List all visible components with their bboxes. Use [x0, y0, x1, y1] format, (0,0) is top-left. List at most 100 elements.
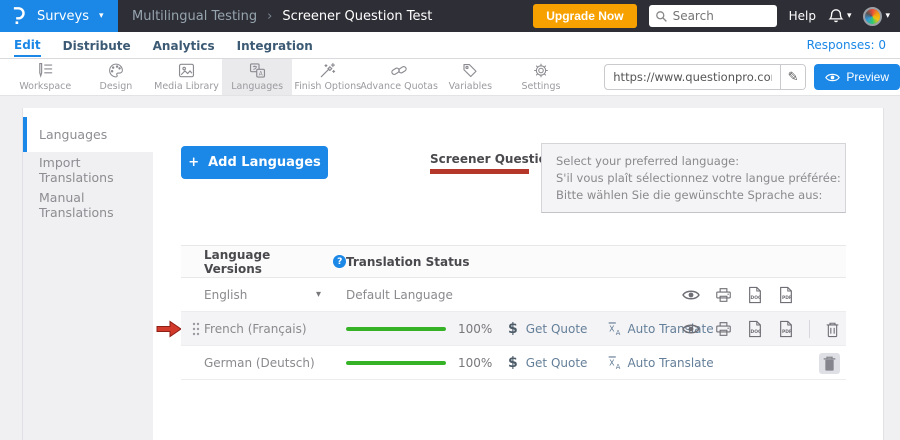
svg-text:A: A [616, 363, 621, 370]
toolbar-label: Workspace [19, 81, 71, 92]
top-bar: Surveys ▾ Multilingual Testing › Screene… [0, 0, 900, 32]
translate-xa-icon: X A [607, 321, 623, 336]
eye-icon [825, 72, 840, 83]
dollar-icon: $ [508, 355, 518, 371]
delete-language-button[interactable] [819, 353, 840, 374]
get-quote-link[interactable]: Get Quote [526, 322, 588, 336]
table-row-english: English ▾ Default Language DOC [181, 278, 846, 312]
toolbar-label: Settings [521, 81, 560, 92]
tag-icon [461, 62, 479, 79]
languages-panel: Languages Import Translations Manual Tra… [22, 108, 884, 440]
progress-percent: 100% [458, 356, 494, 370]
screener-line-french: S'il vous plaît sélectionnez votre langu… [556, 171, 831, 185]
edit-url-button[interactable]: ✎ [780, 64, 805, 90]
survey-nav-tabs: Edit Distribute Analytics Integration Re… [0, 32, 900, 59]
delete-language-button[interactable] [825, 321, 840, 338]
surveys-menu[interactable]: Surveys ▾ [0, 0, 118, 32]
language-versions-table: Language Versions ? Translation Status E… [181, 245, 846, 380]
tab-analytics[interactable]: Analytics [153, 35, 215, 56]
tab-distribute[interactable]: Distribute [63, 35, 131, 56]
svg-text:DOC: DOC [751, 295, 762, 301]
search-icon [655, 10, 668, 23]
chain-links-icon [389, 62, 409, 79]
pdf-file-button[interactable]: PDF [778, 286, 794, 304]
toolbar-item-media-library[interactable]: Media Library [151, 59, 222, 95]
account-menu[interactable]: ▾ [863, 7, 890, 26]
toolbar-item-variables[interactable]: Variables [435, 59, 506, 95]
toolbar-item-settings[interactable]: Settings [506, 59, 577, 95]
bell-icon [828, 8, 844, 24]
preview-eye-button[interactable] [682, 289, 700, 301]
pdf-file-button[interactable]: PDF [778, 320, 794, 338]
translate-icon: A [248, 62, 267, 79]
add-languages-button[interactable]: + Add Languages [181, 146, 328, 179]
preview-label: Preview [846, 70, 889, 84]
notifications-menu[interactable]: ▾ [828, 8, 852, 24]
breadcrumb-separator: › [267, 9, 272, 24]
get-quote-link[interactable]: Get Quote [526, 356, 588, 370]
chevron-down-icon[interactable]: ▾ [316, 289, 321, 300]
sidebar-item-label: Languages [39, 127, 107, 142]
questionpro-logo [10, 6, 27, 26]
default-language-label: Default Language [346, 288, 453, 302]
svg-text:PDF: PDF [782, 295, 792, 301]
languages-main: + Add Languages Screener Question : Sele… [153, 108, 884, 440]
survey-url-input[interactable] [605, 70, 780, 84]
product-label: Surveys [37, 9, 89, 24]
print-button[interactable] [715, 321, 732, 337]
breadcrumb-parent[interactable]: Multilingual Testing [132, 9, 257, 24]
add-languages-label: Add Languages [208, 155, 321, 170]
svg-text:PDF: PDF [782, 329, 792, 335]
language-name: German (Deutsch) [204, 356, 315, 370]
help-link[interactable]: Help [789, 9, 816, 23]
language-name: English [204, 288, 247, 302]
table-row-french: French (Français) 100% $ Get Quote X A A… [181, 312, 846, 346]
breadcrumb: Multilingual Testing › Screener Question… [132, 9, 432, 24]
sidebar-item-languages[interactable]: Languages [23, 117, 153, 152]
preview-button[interactable]: Preview [814, 64, 900, 90]
toolbar-label: Finish Options [294, 81, 361, 92]
screener-question-preview: Select your preferred language: S'il vou… [541, 143, 846, 213]
page-background: Languages Import Translations Manual Tra… [0, 96, 900, 440]
breadcrumb-current: Screener Question Test [282, 9, 432, 24]
doc-file-button[interactable]: DOC [747, 320, 763, 338]
chevron-down-icon: ▾ [847, 11, 852, 21]
tab-edit[interactable]: Edit [14, 34, 41, 57]
sidebar-item-manual-translations[interactable]: Manual Translations [23, 187, 153, 222]
toolbar-label: Design [100, 81, 133, 92]
header-language-versions: Language Versions [204, 248, 327, 276]
toolbar-item-advance-quotas[interactable]: Advance Quotas [363, 59, 435, 95]
responses-count[interactable]: Responses: 0 [807, 38, 886, 52]
image-icon [177, 62, 196, 79]
print-button[interactable] [715, 287, 732, 303]
svg-text:X: X [610, 358, 616, 367]
chevron-down-icon: ▾ [99, 11, 104, 21]
upgrade-now-button[interactable]: Upgrade Now [533, 4, 636, 28]
help-question-icon[interactable]: ? [333, 255, 346, 268]
search-input[interactable] [673, 9, 763, 23]
toolbar-item-design[interactable]: Design [81, 59, 152, 95]
screener-line-german: Bitte wählen Sie die gewünschte Sprache … [556, 188, 831, 202]
edit-toolbar: Workspace Design Media Library A Languag… [0, 59, 900, 96]
dollar-icon: $ [508, 321, 518, 337]
sidebar-item-label: Manual Translations [39, 190, 153, 220]
toolbar-item-languages[interactable]: A Languages [222, 59, 293, 95]
toolbar-label: Variables [449, 81, 492, 92]
table-row-german: German (Deutsch) 100% $ Get Quote X A Au… [181, 346, 846, 380]
svg-text:DOC: DOC [751, 329, 762, 335]
toolbar-item-workspace[interactable]: Workspace [10, 59, 81, 95]
doc-file-button[interactable]: DOC [747, 286, 763, 304]
svg-text:X: X [610, 324, 616, 333]
screener-line-english: Select your preferred language: [556, 154, 831, 168]
sidebar-item-import-translations[interactable]: Import Translations [23, 152, 153, 187]
trash-icon [822, 355, 837, 372]
tab-integration[interactable]: Integration [237, 35, 313, 56]
preview-eye-button[interactable] [682, 323, 700, 335]
toolbar-label: Media Library [154, 81, 219, 92]
red-underline-annotation [430, 169, 529, 174]
progress-percent: 100% [458, 322, 494, 336]
svg-text:A: A [258, 71, 262, 77]
toolbar-item-finish-options[interactable]: Finish Options [292, 59, 363, 95]
search-box[interactable] [649, 5, 777, 27]
plus-icon: + [188, 155, 199, 170]
